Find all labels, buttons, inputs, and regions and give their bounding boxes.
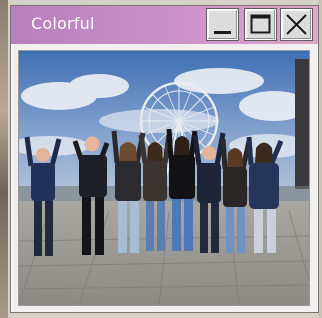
window-title: Colorful xyxy=(31,14,95,33)
minimize-icon xyxy=(214,31,231,34)
maximize-icon xyxy=(250,14,271,34)
background-image-edge xyxy=(0,0,8,318)
minimize-button[interactable] xyxy=(206,8,239,41)
app-window: Colorful xyxy=(10,5,319,313)
group-photo xyxy=(19,51,309,305)
image-viewport xyxy=(18,50,310,306)
maximize-button[interactable] xyxy=(244,8,277,41)
desktop-background: Colorful xyxy=(0,0,322,318)
building xyxy=(295,59,309,189)
title-bar[interactable]: Colorful xyxy=(11,6,318,44)
close-button[interactable] xyxy=(280,8,313,41)
close-icon xyxy=(286,14,307,35)
